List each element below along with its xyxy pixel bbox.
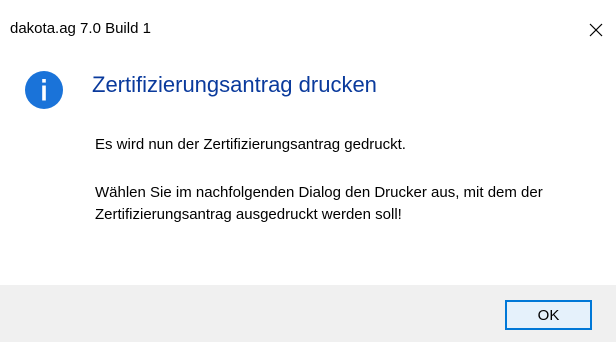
message-text-2: Wählen Sie im nachfolgenden Dialog den D… (95, 184, 543, 223)
ok-button[interactable]: OK (505, 300, 592, 330)
close-button[interactable] (576, 8, 616, 52)
window-title: dakota.ag 7.0 Build 1 (10, 20, 151, 37)
button-bar: OK (0, 285, 616, 342)
close-icon (589, 23, 603, 37)
message-dialog: dakota.ag 7.0 Build 1 Zertifizierungsant… (0, 0, 616, 342)
message-text-1: Es wird nun der Zertifizierungsantrag ge… (95, 136, 406, 153)
dialog-heading: Zertifizierungsantrag drucken (92, 72, 377, 97)
info-icon (25, 71, 63, 109)
title-bar: dakota.ag 7.0 Build 1 (0, 0, 616, 56)
